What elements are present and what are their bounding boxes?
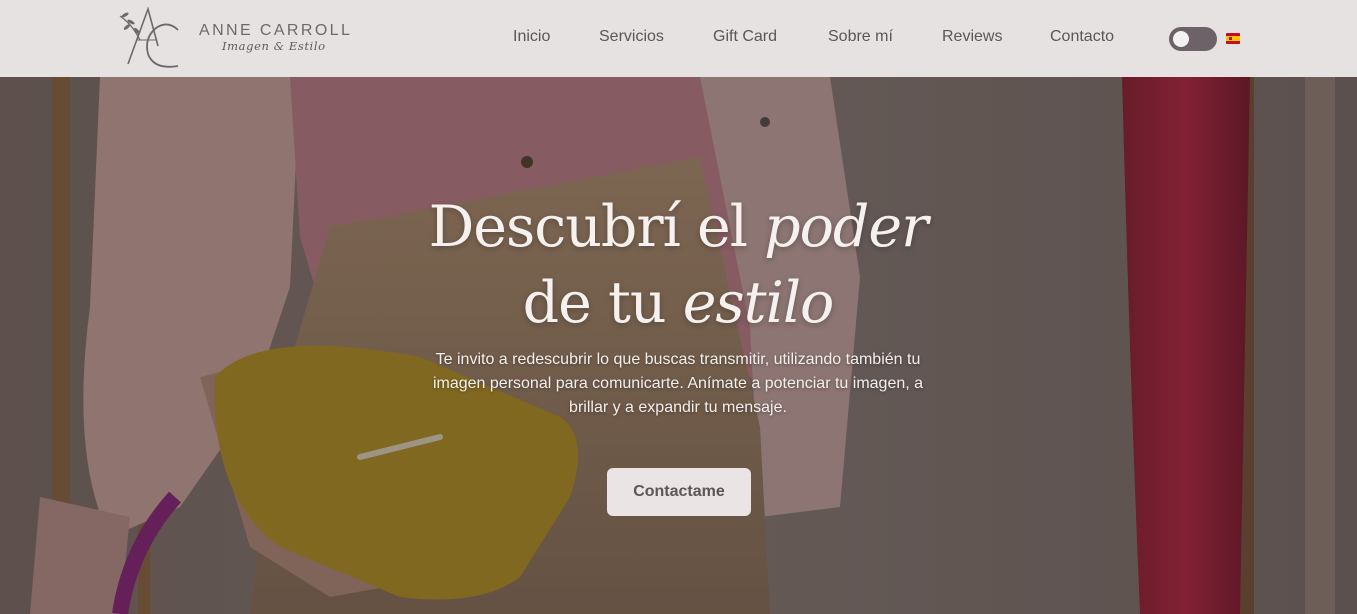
site-header: ANNE CARROLL Imagen & Estilo Inicio Serv…	[0, 0, 1357, 77]
hero-title: Descubrí el poder de tu estilo	[378, 189, 978, 341]
toggle-knob	[1173, 31, 1189, 47]
spain-flag-icon[interactable]	[1226, 33, 1240, 44]
nav-item-inicio[interactable]: Inicio	[513, 28, 550, 46]
hero-overlay	[0, 77, 1357, 614]
hero-subtitle: Te invito a redescubrir lo que buscas tr…	[432, 351, 924, 416]
hero-title-line-1-plain: Descubrí el	[428, 194, 765, 260]
hero-title-line-2-plain: de tu	[522, 270, 683, 336]
main-nav: Inicio Servicios Gift Card Sobre mí Revi…	[0, 28, 1357, 50]
nav-item-reviews[interactable]: Reviews	[942, 28, 1002, 46]
hero-title-line-1: Descubrí el poder	[378, 189, 978, 265]
hero-title-line-2: de tu estilo	[378, 265, 978, 341]
nav-item-servicios[interactable]: Servicios	[599, 28, 664, 46]
hero-title-line-1-italic: poder	[764, 194, 928, 260]
nav-item-sobre-mi[interactable]: Sobre mí	[828, 28, 893, 46]
contactame-button[interactable]: Contactame	[607, 468, 751, 516]
hero-section: Descubrí el poder de tu estilo Te invito…	[0, 77, 1357, 614]
theme-toggle-switch[interactable]	[1169, 27, 1217, 51]
hero-title-line-2-italic: estilo	[682, 270, 835, 336]
nav-item-gift-card[interactable]: Gift Card	[713, 28, 777, 46]
nav-item-contacto[interactable]: Contacto	[1050, 28, 1114, 46]
